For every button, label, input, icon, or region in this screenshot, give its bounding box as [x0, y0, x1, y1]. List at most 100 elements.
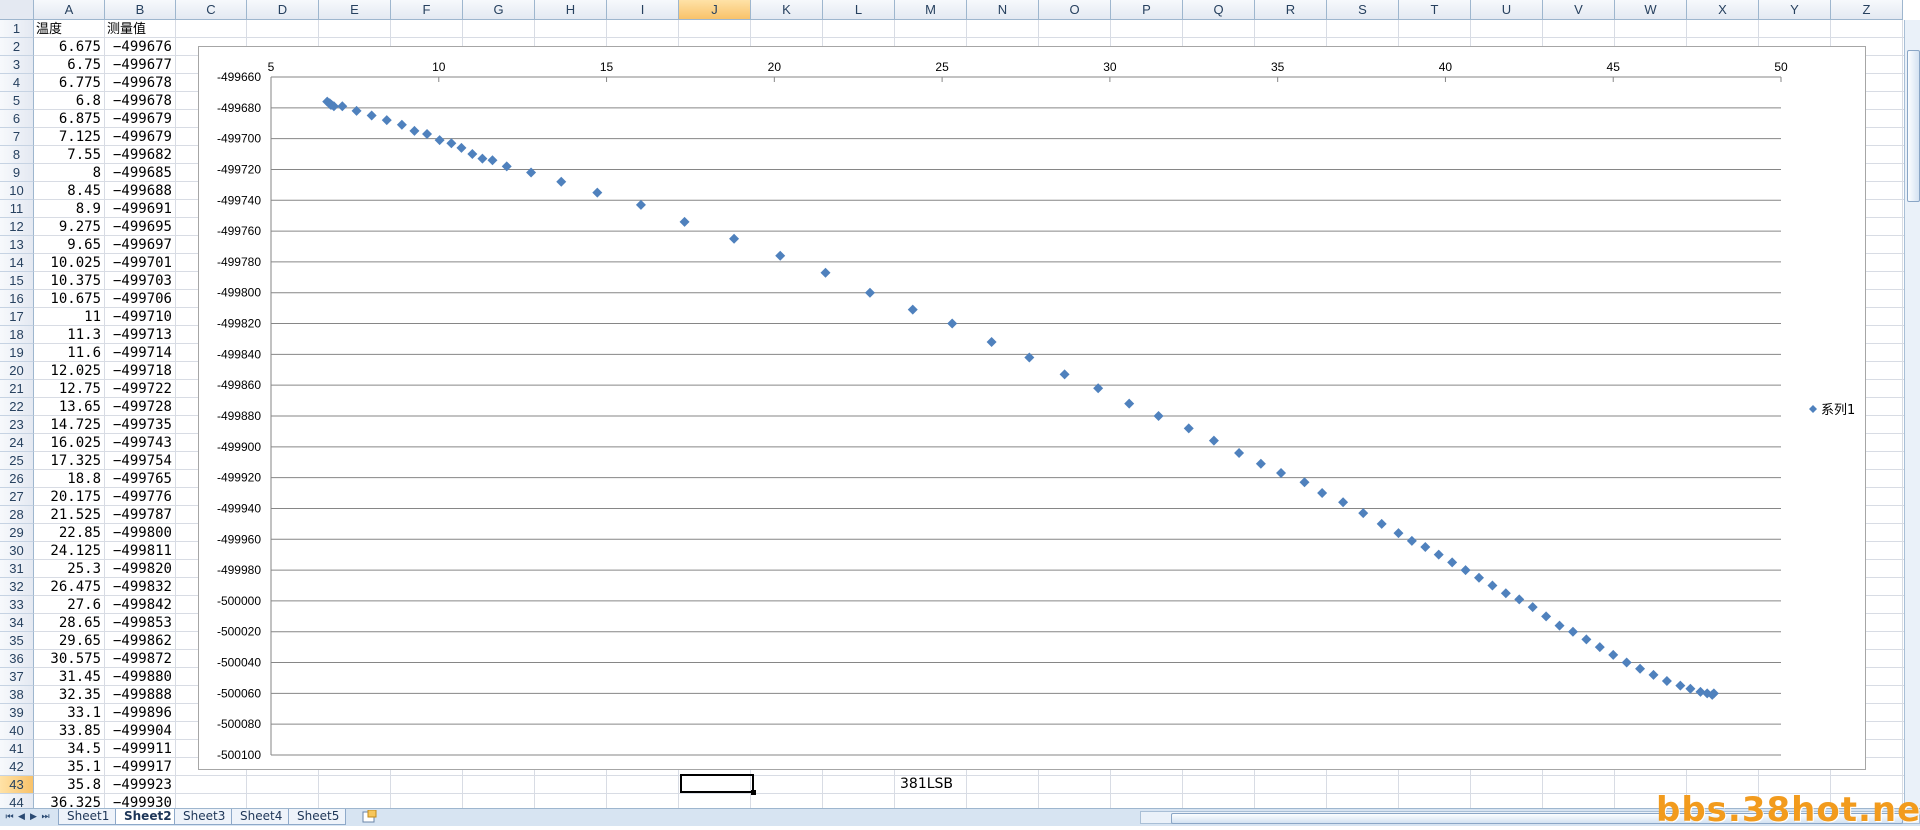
row-header-22[interactable]: 22 — [0, 398, 34, 416]
cell-B2[interactable]: −499676 — [107, 39, 172, 56]
cell-A35[interactable]: 29.65 — [36, 633, 101, 650]
row-header-33[interactable]: 33 — [0, 596, 34, 614]
row-header-28[interactable]: 28 — [0, 506, 34, 524]
scatter-chart[interactable]: -499660 -499680 -499700 -499720 -499740 -4997… — [198, 46, 1866, 770]
cell-A6[interactable]: 6.875 — [36, 111, 101, 128]
column-header-O[interactable]: O — [1039, 0, 1111, 20]
cell-B28[interactable]: −499787 — [107, 507, 172, 524]
cell-A27[interactable]: 20.175 — [36, 489, 101, 506]
cell-B21[interactable]: −499722 — [107, 381, 172, 398]
row-header-11[interactable]: 11 — [0, 200, 34, 218]
column-header-D[interactable]: D — [247, 0, 319, 20]
row-header-1[interactable]: 1 — [0, 20, 34, 38]
row-header-30[interactable]: 30 — [0, 542, 34, 560]
cell-B17[interactable]: −499710 — [107, 309, 172, 326]
insert-sheet-icon[interactable] — [361, 810, 377, 824]
cell-A28[interactable]: 21.525 — [36, 507, 101, 524]
row-header-13[interactable]: 13 — [0, 236, 34, 254]
cell-A9[interactable]: 8 — [36, 165, 101, 182]
cell-B20[interactable]: −499718 — [107, 363, 172, 380]
cell-B30[interactable]: −499811 — [107, 543, 172, 560]
sheet-tab-sheet3[interactable]: Sheet3 — [174, 809, 232, 825]
cell-B1[interactable]: 测量值 — [107, 21, 172, 38]
column-header-S[interactable]: S — [1327, 0, 1399, 20]
column-header-G[interactable]: G — [463, 0, 535, 20]
cell-A34[interactable]: 28.65 — [36, 615, 101, 632]
column-header-E[interactable]: E — [319, 0, 391, 20]
row-header-4[interactable]: 4 — [0, 74, 34, 92]
column-header-X[interactable]: X — [1687, 0, 1759, 20]
cell-A39[interactable]: 33.1 — [36, 705, 101, 722]
row-header-35[interactable]: 35 — [0, 632, 34, 650]
cell-B39[interactable]: −499896 — [107, 705, 172, 722]
cell-A2[interactable]: 6.675 — [36, 39, 101, 56]
cell-A43[interactable]: 35.8 — [36, 777, 101, 794]
cell-A14[interactable]: 10.025 — [36, 255, 101, 272]
cell-B34[interactable]: −499853 — [107, 615, 172, 632]
row-header-15[interactable]: 15 — [0, 272, 34, 290]
cell-A30[interactable]: 24.125 — [36, 543, 101, 560]
cell-A4[interactable]: 6.775 — [36, 75, 101, 92]
fill-handle[interactable] — [751, 790, 756, 795]
cell-A19[interactable]: 11.6 — [36, 345, 101, 362]
cell-B19[interactable]: −499714 — [107, 345, 172, 362]
cell-B40[interactable]: −499904 — [107, 723, 172, 740]
cell-A32[interactable]: 26.475 — [36, 579, 101, 596]
row-header-31[interactable]: 31 — [0, 560, 34, 578]
row-header-14[interactable]: 14 — [0, 254, 34, 272]
cell-A16[interactable]: 10.675 — [36, 291, 101, 308]
cell-B37[interactable]: −499880 — [107, 669, 172, 686]
cell-A3[interactable]: 6.75 — [36, 57, 101, 74]
cell-B23[interactable]: −499735 — [107, 417, 172, 434]
column-header-J[interactable]: J — [679, 0, 751, 20]
row-header-5[interactable]: 5 — [0, 92, 34, 110]
next-sheet-icon[interactable]: ▶ — [28, 810, 39, 824]
vertical-scroll-thumb[interactable] — [1907, 50, 1920, 202]
active-cell-J43[interactable] — [680, 774, 754, 793]
column-header-T[interactable]: T — [1399, 0, 1471, 20]
cell-B15[interactable]: −499703 — [107, 273, 172, 290]
cell-B29[interactable]: −499800 — [107, 525, 172, 542]
row-header-38[interactable]: 38 — [0, 686, 34, 704]
sheet-tab-sheet1[interactable]: Sheet1 — [58, 809, 116, 825]
row-header-10[interactable]: 10 — [0, 182, 34, 200]
cell-B13[interactable]: −499697 — [107, 237, 172, 254]
row-header-24[interactable]: 24 — [0, 434, 34, 452]
cell-A22[interactable]: 13.65 — [36, 399, 101, 416]
row-header-27[interactable]: 27 — [0, 488, 34, 506]
cell-A44[interactable]: 36.325 — [36, 795, 101, 808]
cell-A12[interactable]: 9.275 — [36, 219, 101, 236]
cell-B26[interactable]: −499765 — [107, 471, 172, 488]
row-header-6[interactable]: 6 — [0, 110, 34, 128]
row-header-26[interactable]: 26 — [0, 470, 34, 488]
row-header-34[interactable]: 34 — [0, 614, 34, 632]
cell-A41[interactable]: 34.5 — [36, 741, 101, 758]
row-header-7[interactable]: 7 — [0, 128, 34, 146]
row-header-16[interactable]: 16 — [0, 290, 34, 308]
cell-A20[interactable]: 12.025 — [36, 363, 101, 380]
cell-B6[interactable]: −499679 — [107, 111, 172, 128]
cell-B41[interactable]: −499911 — [107, 741, 172, 758]
cell-B35[interactable]: −499862 — [107, 633, 172, 650]
column-header-N[interactable]: N — [967, 0, 1039, 20]
column-header-M[interactable]: M — [895, 0, 967, 20]
cell-B27[interactable]: −499776 — [107, 489, 172, 506]
cell-B36[interactable]: −499872 — [107, 651, 172, 668]
cell-B43[interactable]: −499923 — [107, 777, 172, 794]
cell-A24[interactable]: 16.025 — [36, 435, 101, 452]
row-header-12[interactable]: 12 — [0, 218, 34, 236]
row-header-41[interactable]: 41 — [0, 740, 34, 758]
prev-sheet-icon[interactable]: ◀ — [16, 810, 27, 824]
cell-B10[interactable]: −499688 — [107, 183, 172, 200]
row-header-20[interactable]: 20 — [0, 362, 34, 380]
cell-A17[interactable]: 11 — [36, 309, 101, 326]
column-header-L[interactable]: L — [823, 0, 895, 20]
cell-B44[interactable]: −499930 — [107, 795, 172, 808]
column-header-Z[interactable]: Z — [1831, 0, 1903, 20]
cell-B4[interactable]: −499678 — [107, 75, 172, 92]
row-header-18[interactable]: 18 — [0, 326, 34, 344]
cell-B9[interactable]: −499685 — [107, 165, 172, 182]
column-header-F[interactable]: F — [391, 0, 463, 20]
cell-B33[interactable]: −499842 — [107, 597, 172, 614]
cell-A18[interactable]: 11.3 — [36, 327, 101, 344]
